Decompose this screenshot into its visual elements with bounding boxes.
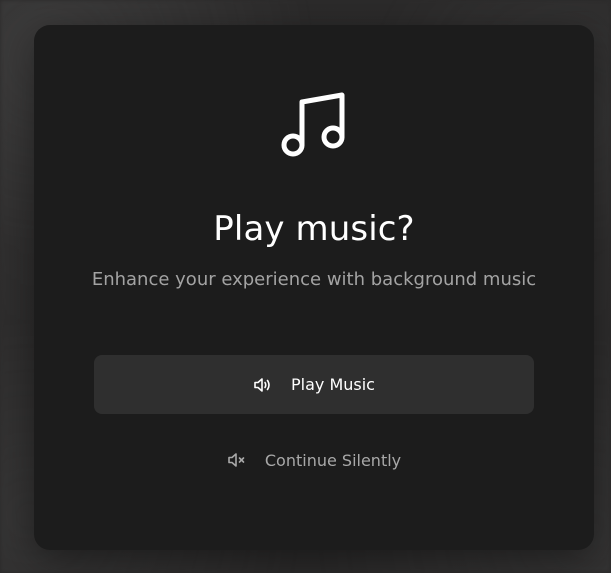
dialog-subtitle: Enhance your experience with background … bbox=[91, 269, 537, 290]
dialog-title: Play music? bbox=[213, 209, 415, 249]
play-music-label: Play Music bbox=[291, 375, 375, 394]
music-prompt-dialog: Play music? Enhance your experience with… bbox=[34, 25, 594, 550]
speaker-icon bbox=[253, 376, 273, 394]
speaker-muted-icon bbox=[227, 451, 247, 469]
play-music-button[interactable]: Play Music bbox=[94, 355, 534, 414]
continue-silently-label: Continue Silently bbox=[264, 450, 402, 470]
continue-silently-button[interactable]: Continue Silently bbox=[34, 445, 594, 475]
music-note-icon bbox=[279, 91, 349, 161]
